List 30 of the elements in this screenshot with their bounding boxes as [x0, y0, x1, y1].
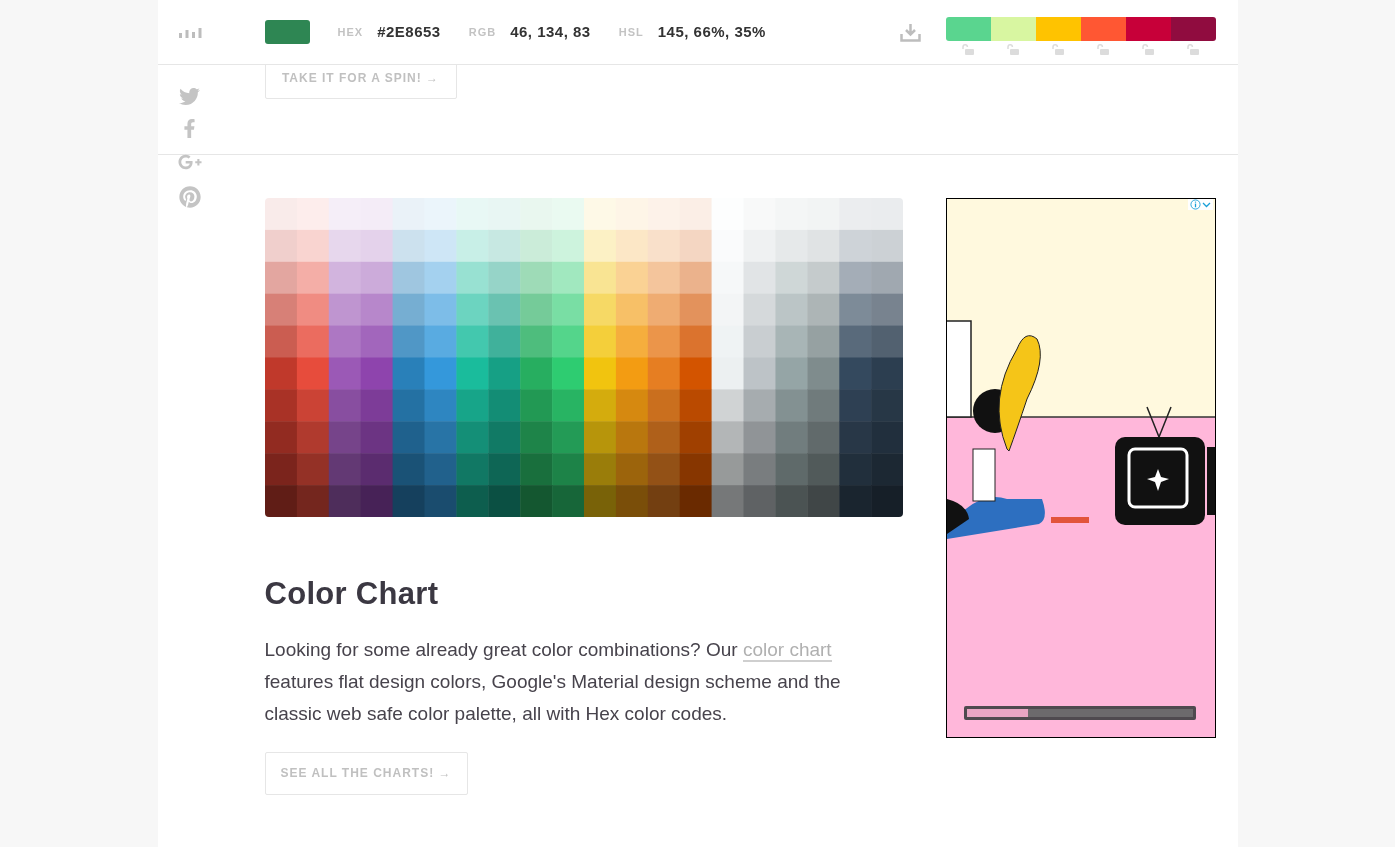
- palette-swatch[interactable]: [1170, 17, 1216, 41]
- twitter-icon[interactable]: [179, 86, 200, 107]
- unlock-icon[interactable]: [1007, 43, 1019, 55]
- palette-swatch[interactable]: [1125, 17, 1171, 41]
- color-value: 46, 134, 83: [510, 21, 591, 42]
- unlock-icon[interactable]: [1097, 43, 1109, 55]
- palette-swatch[interactable]: [945, 17, 991, 41]
- stats-icon[interactable]: [178, 26, 202, 38]
- color-value: #2E8653: [377, 21, 441, 42]
- pinterest-icon[interactable]: [178, 186, 201, 208]
- unlock-icon[interactable]: [962, 43, 974, 55]
- value-label: HEX: [337, 24, 364, 40]
- unlock-icon[interactable]: [1142, 43, 1154, 55]
- spin-button[interactable]: TAKE IT FOR A SPIN! →: [264, 65, 457, 99]
- palette-swatch[interactable]: [990, 17, 1036, 41]
- palette-swatch[interactable]: [1080, 17, 1126, 41]
- color-chart-link[interactable]: color chart: [742, 638, 832, 662]
- value-label: RGB: [468, 24, 497, 40]
- section-title: Color Chart: [264, 575, 440, 613]
- info-icon[interactable]: [1189, 199, 1201, 210]
- value-label: HSL: [618, 24, 644, 40]
- section-text: Looking for some already great color combinations? Our color chart features flat design colors, Google's Material design scheme and the classic web safe color palette, all with Hex color codes.: [264, 637, 842, 726]
- palette-swatch[interactable]: [1035, 17, 1081, 41]
- video-progress-bar[interactable]: [963, 706, 1196, 720]
- charts-button[interactable]: SEE ALL THE CHARTS! →: [264, 751, 468, 795]
- unlock-icon[interactable]: [1187, 43, 1199, 55]
- chevron-down-icon[interactable]: [1201, 201, 1211, 208]
- download-icon[interactable]: [899, 22, 921, 42]
- unlock-icon[interactable]: [1052, 43, 1064, 55]
- color-value: 145, 66%, 35%: [657, 21, 766, 42]
